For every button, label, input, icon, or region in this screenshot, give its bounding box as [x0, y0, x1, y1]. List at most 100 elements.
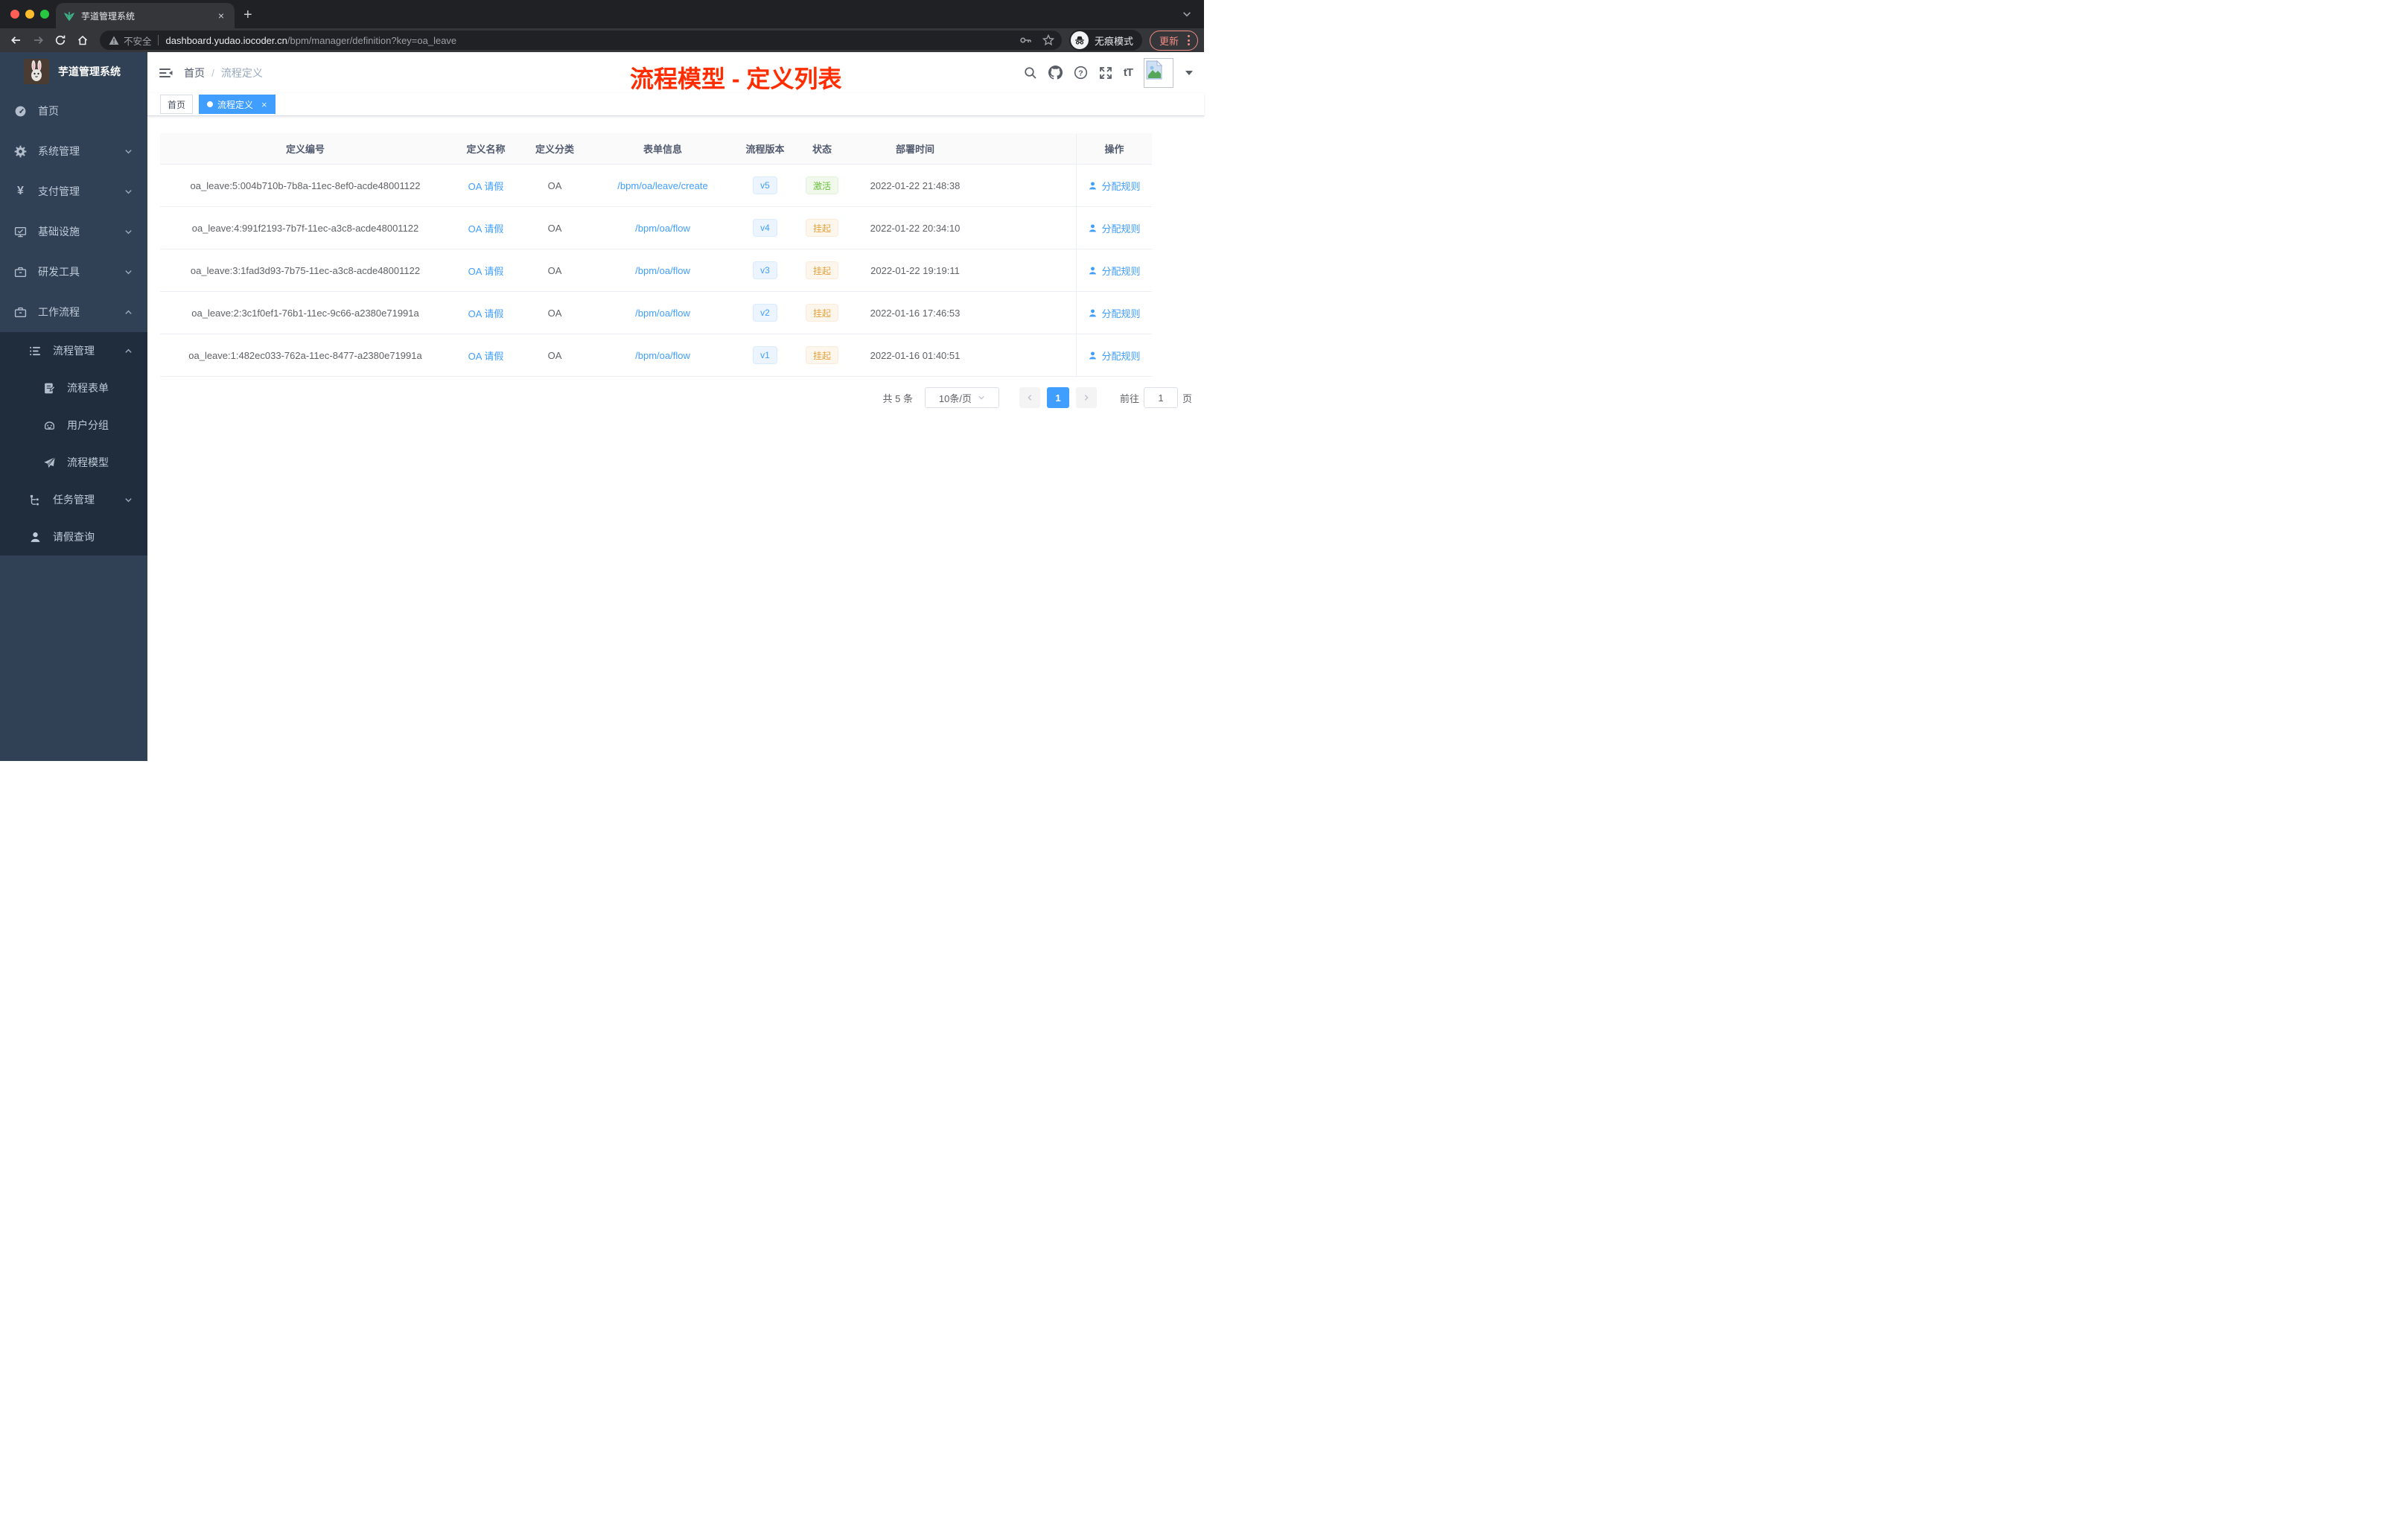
- sidebar-item-infrastructure[interactable]: 基础设施: [0, 211, 147, 252]
- dashboard-icon: [14, 105, 27, 118]
- hamburger-icon[interactable]: [147, 67, 184, 79]
- sidebar-logo[interactable]: 芋道管理系统: [0, 52, 147, 91]
- breadcrumb-home[interactable]: 首页: [184, 66, 205, 80]
- form-link[interactable]: /bpm/oa/flow: [635, 350, 690, 361]
- sidebar-item-process-model[interactable]: 流程模型: [0, 444, 147, 481]
- back-icon[interactable]: [6, 31, 25, 50]
- sidebar-item-workflow[interactable]: 工作流程: [0, 292, 147, 332]
- sidebar-item-user-group[interactable]: 用户分组: [0, 407, 147, 444]
- goto-page-input[interactable]: 1: [1143, 387, 1178, 408]
- browser-update-button[interactable]: 更新: [1149, 30, 1198, 51]
- annotation: 流程模型 - 定义列表: [630, 66, 842, 92]
- tag-close-icon[interactable]: ×: [261, 99, 267, 110]
- tab-search-chevron-icon[interactable]: [1182, 9, 1192, 19]
- tab-close-icon[interactable]: ×: [215, 9, 227, 22]
- window-controls[interactable]: [10, 10, 49, 19]
- home-icon[interactable]: [73, 31, 92, 50]
- definition-name-link[interactable]: OA 请假: [468, 308, 504, 319]
- github-icon[interactable]: [1048, 66, 1063, 80]
- url-host: dashboard.yudao.iocoder.cn: [165, 34, 287, 46]
- prev-page-button[interactable]: [1019, 387, 1040, 408]
- definition-name-link[interactable]: OA 请假: [468, 181, 504, 192]
- tag-home[interactable]: 首页: [160, 95, 194, 114]
- pagination: 共 5 条 10条/页 1 前往 1 页: [160, 387, 1192, 408]
- forward-icon[interactable]: [28, 31, 48, 50]
- sidebar-item-system[interactable]: 系统管理: [0, 131, 147, 171]
- definition-name-link[interactable]: OA 请假: [468, 223, 504, 235]
- assign-rule-button[interactable]: 分配规则: [1088, 306, 1141, 320]
- bookmark-star-icon[interactable]: [1042, 34, 1054, 46]
- sidebar-item-leave-query[interactable]: 请假查询: [0, 518, 147, 555]
- status-badge: 挂起: [805, 304, 838, 322]
- tag-label: 流程定义: [217, 99, 254, 110]
- svg-text:?: ?: [1078, 69, 1083, 77]
- assign-rule-button[interactable]: 分配规则: [1088, 348, 1141, 363]
- deploy-time: 2022-01-16 17:46:53: [870, 307, 961, 319]
- robot-icon: [43, 419, 56, 432]
- monitor-icon: [14, 226, 27, 238]
- page-size-select[interactable]: 10条/页: [924, 387, 999, 408]
- minimize-window-button[interactable]: [25, 10, 34, 19]
- sidebar-item-label: 系统管理: [38, 145, 80, 157]
- browser-toolbar: 不安全 dashboard.yudao.iocoder.cn /bpm/mana…: [0, 28, 1204, 52]
- definition-category: OA: [547, 307, 562, 319]
- breadcrumb-separator: /: [211, 66, 214, 79]
- browser-tab[interactable]: 芋道管理系统 ×: [56, 3, 235, 28]
- sidebar-item-process-form[interactable]: 流程表单: [0, 369, 147, 407]
- key-icon[interactable]: [1019, 34, 1032, 46]
- search-icon[interactable]: [1024, 66, 1037, 80]
- fullscreen-icon[interactable]: [1099, 66, 1112, 80]
- new-tab-button[interactable]: +: [243, 7, 252, 22]
- help-icon[interactable]: ?: [1074, 66, 1088, 80]
- deploy-time: 2022-01-22 20:34:10: [870, 222, 961, 234]
- next-page-button[interactable]: [1075, 387, 1097, 408]
- maximize-window-button[interactable]: [40, 10, 49, 19]
- sidebar-item-home[interactable]: 首页: [0, 91, 147, 131]
- status-badge: 挂起: [805, 219, 838, 237]
- update-label[interactable]: 更新: [1159, 34, 1179, 48]
- sidebar-item-label: 流程模型: [67, 456, 109, 468]
- assign-rule-button[interactable]: 分配规则: [1088, 179, 1141, 193]
- page-number-button[interactable]: 1: [1046, 387, 1069, 408]
- avatar[interactable]: [1144, 57, 1173, 88]
- column-header: 部署时间: [895, 144, 934, 155]
- chevron-down-icon: [124, 188, 133, 196]
- form-link[interactable]: /bpm/oa/flow: [635, 308, 690, 319]
- form-link[interactable]: /bpm/oa/flow: [635, 223, 690, 234]
- sidebar-item-dev-tools[interactable]: 研发工具: [0, 252, 147, 292]
- deploy-time: 2022-01-22 21:48:38: [870, 179, 961, 191]
- kebab-menu-icon[interactable]: [1188, 35, 1190, 45]
- font-size-icon[interactable]: tT: [1124, 66, 1133, 79]
- tag-process-definition[interactable]: 流程定义 ×: [199, 95, 275, 114]
- chevron-up-icon: [124, 347, 133, 355]
- form-link[interactable]: /bpm/oa/flow: [635, 265, 690, 276]
- sidebar-item-label: 用户分组: [67, 419, 109, 431]
- list-icon: [29, 345, 42, 357]
- workflow-submenu: 流程管理 流程表单 用户分组 流程模型 任务管理 请假查询: [0, 332, 147, 555]
- assign-rule-button[interactable]: 分配规则: [1088, 221, 1141, 235]
- definition-id: oa_leave:4:991f2193-7b7f-11ec-a3c8-acde4…: [191, 222, 419, 234]
- table-header-row: 定义编号 定义名称 定义分类 表单信息 流程版本 状态 部署时间 操作: [160, 133, 1152, 165]
- definition-name-link[interactable]: OA 请假: [468, 351, 504, 362]
- deploy-time: 2022-01-22 19:19:11: [870, 264, 960, 276]
- breadcrumb-current: 流程定义: [220, 66, 263, 79]
- sidebar-item-payment[interactable]: ¥ 支付管理: [0, 171, 147, 211]
- form-icon: [43, 382, 56, 395]
- logo-avatar: [24, 59, 49, 84]
- incognito-badge: 无痕模式: [1068, 30, 1142, 51]
- security-label[interactable]: 不安全: [124, 34, 152, 48]
- column-header: 状态: [812, 144, 832, 155]
- sidebar-item-task-management[interactable]: 任务管理: [0, 481, 147, 518]
- definition-name-link[interactable]: OA 请假: [468, 266, 504, 277]
- form-link[interactable]: /bpm/oa/leave/create: [617, 180, 707, 191]
- assign-rule-button[interactable]: 分配规则: [1088, 264, 1141, 278]
- sidebar-item-process-management[interactable]: 流程管理: [0, 332, 147, 369]
- chevron-up-icon: [124, 308, 133, 316]
- security-warning-icon[interactable]: [109, 36, 119, 45]
- url-bar[interactable]: 不安全 dashboard.yudao.iocoder.cn /bpm/mana…: [100, 31, 1062, 50]
- reload-icon[interactable]: [51, 31, 70, 50]
- chevron-down-icon: [124, 147, 133, 156]
- caret-down-icon[interactable]: [1185, 70, 1194, 76]
- status-badge: 挂起: [805, 346, 838, 364]
- close-window-button[interactable]: [10, 10, 19, 19]
